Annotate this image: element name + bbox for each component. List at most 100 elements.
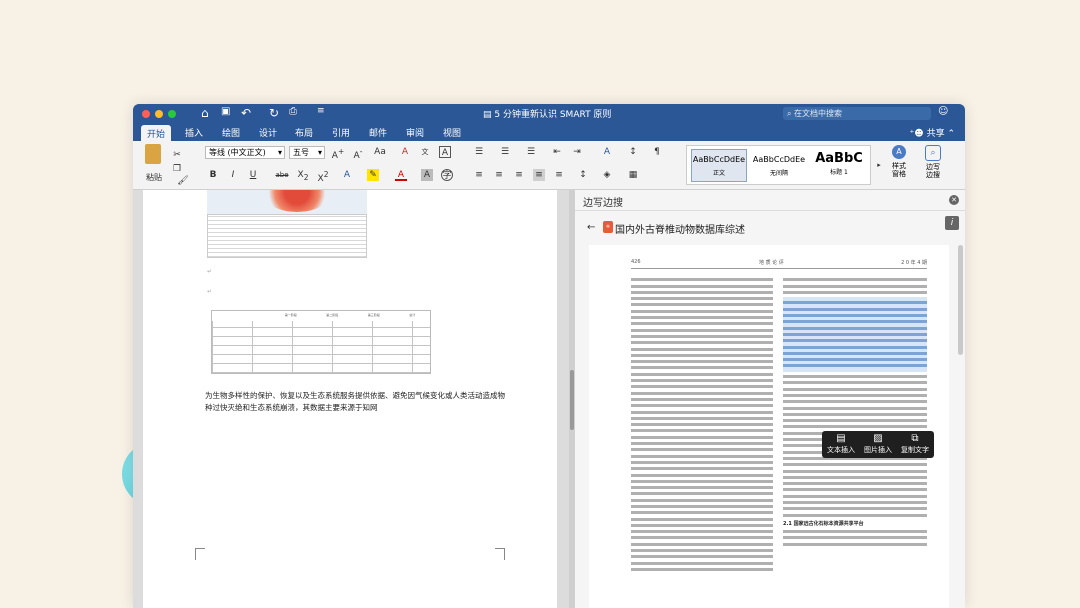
customize-toolbar-icon[interactable]: ≡	[317, 106, 325, 116]
italic-icon[interactable]: I	[227, 169, 239, 181]
share-button[interactable]: ⁺☻ 共享 ⌃	[910, 126, 955, 139]
close-window-button[interactable]	[142, 110, 150, 118]
back-arrow-icon[interactable]: ←	[587, 222, 595, 233]
table-grid	[212, 321, 430, 373]
pdf-column-left	[631, 275, 773, 574]
bullets-icon[interactable]: ☰	[473, 146, 485, 158]
undo-icon[interactable]: ↶	[241, 106, 251, 120]
clear-format-icon[interactable]: A	[399, 146, 411, 158]
strikethrough-icon[interactable]: abe	[273, 169, 291, 181]
multilevel-list-icon[interactable]: ☰	[525, 146, 537, 158]
font-name-select[interactable]: 等线 (中文正文) ▾	[205, 146, 285, 159]
pdf-column-right: 2.1 国家远古化石标本资源共享平台	[783, 275, 927, 549]
tab-insert[interactable]: 插入	[185, 126, 203, 139]
bold-icon[interactable]: B	[207, 169, 219, 181]
copy-text-button[interactable]: ⧉ 复制文字	[897, 433, 933, 455]
document-page[interactable]: ↵ ↵ 第一阶段 第二阶段 第三阶段 总计 为生物多样性的保护、恢复以及生态系统…	[143, 190, 557, 608]
margin-corner-left	[195, 548, 205, 560]
shrink-font-icon[interactable]: A-	[349, 146, 367, 161]
search-input[interactable]: ⌕ 在文档中搜索	[783, 107, 931, 120]
justify-icon[interactable]: ≡	[533, 169, 545, 181]
chevron-down-icon: ▾	[277, 148, 282, 157]
print-icon[interactable]: ⎙	[289, 106, 297, 117]
align-right-icon[interactable]: ≡	[513, 169, 525, 181]
chevron-down-icon: ▾	[317, 148, 322, 157]
paste-label: 粘贴	[146, 173, 162, 182]
enclose-char-icon[interactable]: 字	[441, 169, 453, 181]
maximize-window-button[interactable]	[168, 110, 176, 118]
cut-icon[interactable]: ✂	[171, 149, 183, 161]
char-border-icon[interactable]: A	[439, 146, 451, 158]
search-placeholder: 在文档中搜索	[794, 109, 843, 118]
numbering-icon[interactable]: ☰	[499, 146, 511, 158]
paragraph-mark: ↵	[207, 268, 213, 275]
insert-image-button[interactable]: ▨ 图片插入	[860, 433, 896, 455]
font-size-select[interactable]: 五号 ▾	[289, 146, 325, 159]
sort-icon[interactable]: ↕	[627, 146, 639, 158]
write-search-pane: 边写边搜 ✕ ← ⟡ 国内外古脊椎动物数据库综述 i 426 地 质 论 评 2…	[575, 190, 965, 608]
font-color-icon[interactable]: A	[395, 169, 407, 181]
body-paragraph[interactable]: 为生物多样性的保护、恢复以及生态系统服务提供依据、避免因气候变化或人类活动造成物…	[205, 390, 505, 414]
tab-home[interactable]: 开始	[141, 125, 172, 141]
shading-icon[interactable]: ◈	[601, 169, 613, 181]
subscript-icon[interactable]: X2	[297, 169, 309, 182]
borders-icon[interactable]: ▦	[627, 169, 639, 181]
map-image	[207, 190, 367, 214]
close-icon[interactable]: ✕	[949, 195, 959, 205]
pdf-page-header: 426 地 质 论 评 2 0 年 4 期	[631, 259, 927, 269]
write-search-button[interactable]: ⌕ 边写 边搜	[919, 145, 947, 187]
insert-text-button[interactable]: ▤ 文本插入	[823, 433, 859, 455]
superscript-icon[interactable]: X2	[317, 169, 329, 184]
text-effects-icon[interactable]: A	[341, 169, 353, 181]
increase-indent-icon[interactable]: ⇥	[571, 146, 583, 158]
paste-button[interactable]: 粘贴	[141, 144, 167, 186]
clipboard-icon	[145, 144, 161, 164]
tab-review[interactable]: 审阅	[406, 126, 424, 139]
style-heading-1[interactable]: AaBbC 标题 1	[811, 149, 867, 176]
line-spacing-icon[interactable]: ↕	[577, 169, 589, 181]
save-icon[interactable]: ▣	[221, 106, 230, 117]
ribbon-home: 粘贴 ✂ ❐ 🖌 等线 (中文正文) ▾ 五号 ▾ A+ A- Aa A 文 A…	[133, 141, 965, 190]
tab-design[interactable]: 设计	[259, 126, 277, 139]
pdf-icon: ⟡	[603, 221, 613, 233]
document-title: ▤ 5 分钟重新认识 SMART 原则	[483, 110, 612, 120]
selected-text[interactable]	[783, 297, 927, 372]
styles-pane-button[interactable]: A 样式 窗格	[885, 145, 913, 187]
show-marks-icon[interactable]: ¶	[651, 146, 663, 158]
char-shading-icon[interactable]: A	[421, 169, 433, 181]
minimize-window-button[interactable]	[155, 110, 163, 118]
change-case-icon[interactable]: Aa	[371, 146, 389, 158]
tab-layout[interactable]: 布局	[295, 126, 313, 139]
highlight-icon[interactable]: ✎	[367, 169, 379, 181]
selection-toolbar: ▤ 文本插入 ▨ 图片插入 ⧉ 复制文字	[822, 431, 934, 458]
distributed-icon[interactable]: ≡	[553, 169, 565, 181]
tab-references[interactable]: 引用	[332, 126, 350, 139]
underline-icon[interactable]: U	[247, 169, 259, 181]
styles-more-icon[interactable]: ▸	[873, 159, 885, 171]
tab-view[interactable]: 视图	[443, 126, 461, 139]
redo-icon[interactable]: ↻	[269, 106, 279, 120]
copy-icon[interactable]: ❐	[171, 163, 183, 175]
home-icon[interactable]: ⌂	[201, 106, 209, 120]
table-header-row: 第一阶段 第二阶段 第三阶段 总计	[284, 313, 416, 317]
word-window: ⌂ ▣ ↶ ↻ ⎙ ≡ ▤ 5 分钟重新认识 SMART 原则 ⌕ 在文档中搜索…	[133, 104, 965, 608]
info-icon[interactable]: i	[945, 216, 959, 230]
insert-text-icon: ▤	[836, 433, 846, 444]
pane-scrollbar[interactable]	[958, 245, 963, 355]
tab-draw[interactable]: 绘图	[222, 126, 240, 139]
style-normal[interactable]: AaBbCcDdEe 正文	[691, 149, 747, 182]
asian-layout-icon[interactable]: A	[601, 146, 613, 158]
account-icon[interactable]: ☺	[938, 106, 948, 117]
phonetic-guide-icon[interactable]: 文	[419, 146, 431, 158]
pane-title: 边写边搜	[583, 198, 623, 209]
ribbon-tabs: 开始 插入 绘图 设计 布局 引用 邮件 审阅 视图 ⁺☻ 共享 ⌃	[133, 123, 965, 141]
pdf-preview[interactable]: 426 地 质 论 评 2 0 年 4 期 2.1 国家远古化石标本资源共享平台…	[589, 245, 949, 608]
align-left-icon[interactable]: ≡	[473, 169, 485, 181]
search-icon: ⌕	[787, 109, 792, 118]
style-no-spacing[interactable]: AaBbCcDdEe 无间隔	[751, 149, 807, 177]
align-center-icon[interactable]: ≡	[493, 169, 505, 181]
tab-mailings[interactable]: 邮件	[369, 126, 387, 139]
format-painter-icon[interactable]: 🖌	[177, 175, 189, 187]
decrease-indent-icon[interactable]: ⇤	[551, 146, 563, 158]
grow-font-icon[interactable]: A+	[329, 146, 347, 161]
